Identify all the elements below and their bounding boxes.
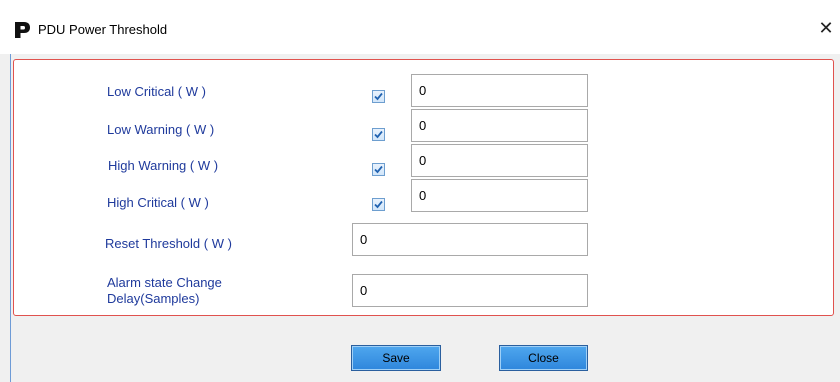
high-critical-input[interactable]: 0: [411, 179, 588, 212]
close-icon[interactable]: ✕: [814, 16, 838, 40]
low-warning-input[interactable]: 0: [411, 109, 588, 142]
close-button[interactable]: Close: [499, 345, 588, 371]
reset-threshold-label: Reset Threshold ( W ): [105, 236, 232, 251]
high-warning-input[interactable]: 0: [411, 144, 588, 177]
high-critical-checkbox[interactable]: [372, 198, 385, 211]
high-warning-checkbox[interactable]: [372, 163, 385, 176]
low-warning-checkbox[interactable]: [372, 128, 385, 141]
high-critical-label: High Critical ( W ): [107, 195, 209, 210]
checkmark-icon: [374, 200, 383, 209]
window-left-border: [10, 54, 11, 382]
checkmark-icon: [374, 130, 383, 139]
low-critical-input[interactable]: 0: [411, 74, 588, 107]
window-title: PDU Power Threshold: [38, 22, 168, 37]
save-button[interactable]: Save: [351, 345, 441, 371]
title-bar: PDU Power Threshold ✕: [0, 0, 840, 54]
low-warning-label: Low Warning ( W ): [107, 122, 215, 137]
low-critical-checkbox[interactable]: [372, 90, 385, 103]
checkmark-icon: [374, 165, 383, 174]
pdu-logo-icon: [15, 22, 30, 38]
alarm-delay-label: Alarm state Change Delay(Samples): [107, 275, 222, 306]
low-critical-label: Low Critical ( W ): [107, 84, 206, 99]
reset-threshold-input[interactable]: 0: [352, 223, 588, 256]
high-warning-label: High Warning ( W ): [108, 158, 219, 173]
checkmark-icon: [374, 92, 383, 101]
alarm-delay-input[interactable]: 0: [352, 274, 588, 307]
